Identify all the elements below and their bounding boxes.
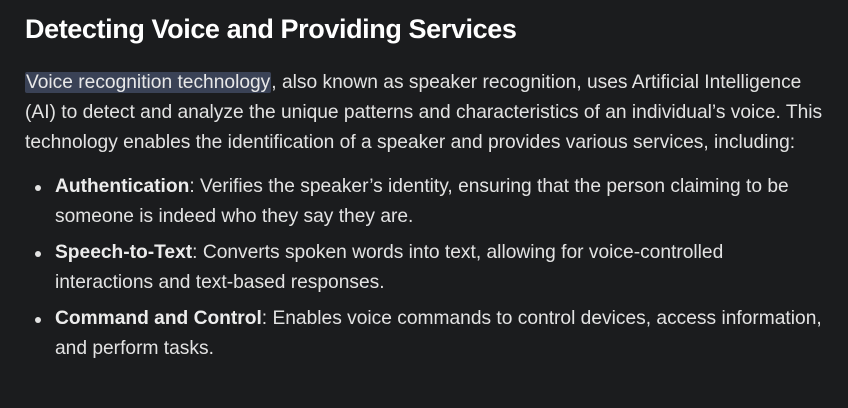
bullet-icon [35,251,41,257]
list-item-authentication: Authentication: Verifies the speaker’s i… [25,172,824,232]
bullet-icon [35,185,41,191]
intro-paragraph: Voice recognition technology, also known… [25,68,824,158]
service-term: Command and Control [55,308,262,329]
service-term: Authentication [55,176,190,197]
service-term: Speech-to-Text [55,242,193,263]
response-content: Detecting Voice and Providing Services V… [0,0,848,364]
bullet-icon [35,317,41,323]
services-list: Authentication: Verifies the speaker’s i… [25,172,824,364]
list-item-command-and-control: Command and Control: Enables voice comma… [25,304,824,364]
section-heading: Detecting Voice and Providing Services [25,14,517,44]
highlighted-term[interactable]: Voice recognition technology [25,72,272,93]
list-item-speech-to-text: Speech-to-Text: Converts spoken words in… [25,238,824,298]
